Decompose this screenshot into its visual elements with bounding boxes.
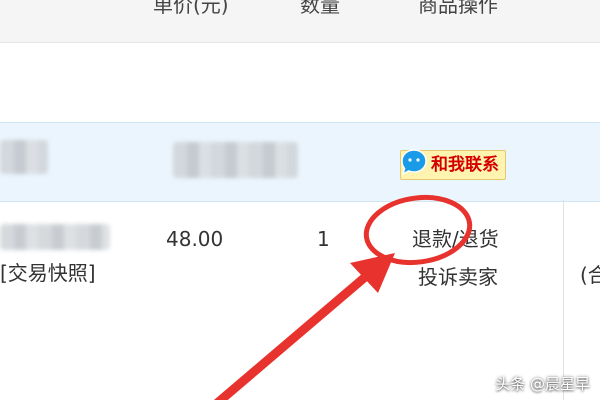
- annotation-arrow: [213, 253, 395, 400]
- contact-seller-button[interactable]: 和我联系: [400, 149, 506, 180]
- blurred-seller-info: [173, 142, 298, 178]
- trade-snapshot-link[interactable]: [交易快照]: [0, 260, 96, 286]
- blurred-shop-name: [0, 140, 48, 174]
- complain-seller-link[interactable]: 投诉卖家: [418, 264, 498, 290]
- item-unit-price: 48.00: [166, 227, 224, 251]
- blurred-item-title: [0, 224, 110, 250]
- contact-seller-label: 和我联系: [431, 155, 499, 175]
- next-column-fragment: (合: [580, 263, 600, 287]
- shop-info-band: [0, 122, 600, 202]
- header-unit-price: 单价(元): [153, 0, 229, 17]
- header-item-operations: 商品操作: [418, 0, 498, 17]
- refund-return-link[interactable]: 退款/退货: [412, 226, 499, 252]
- header-quantity: 数量: [300, 0, 340, 17]
- item-quantity: 1: [317, 227, 330, 251]
- chat-bubble-icon: [401, 149, 427, 176]
- column-divider: [563, 200, 564, 400]
- watermark: 头条 @晨星早: [495, 375, 590, 393]
